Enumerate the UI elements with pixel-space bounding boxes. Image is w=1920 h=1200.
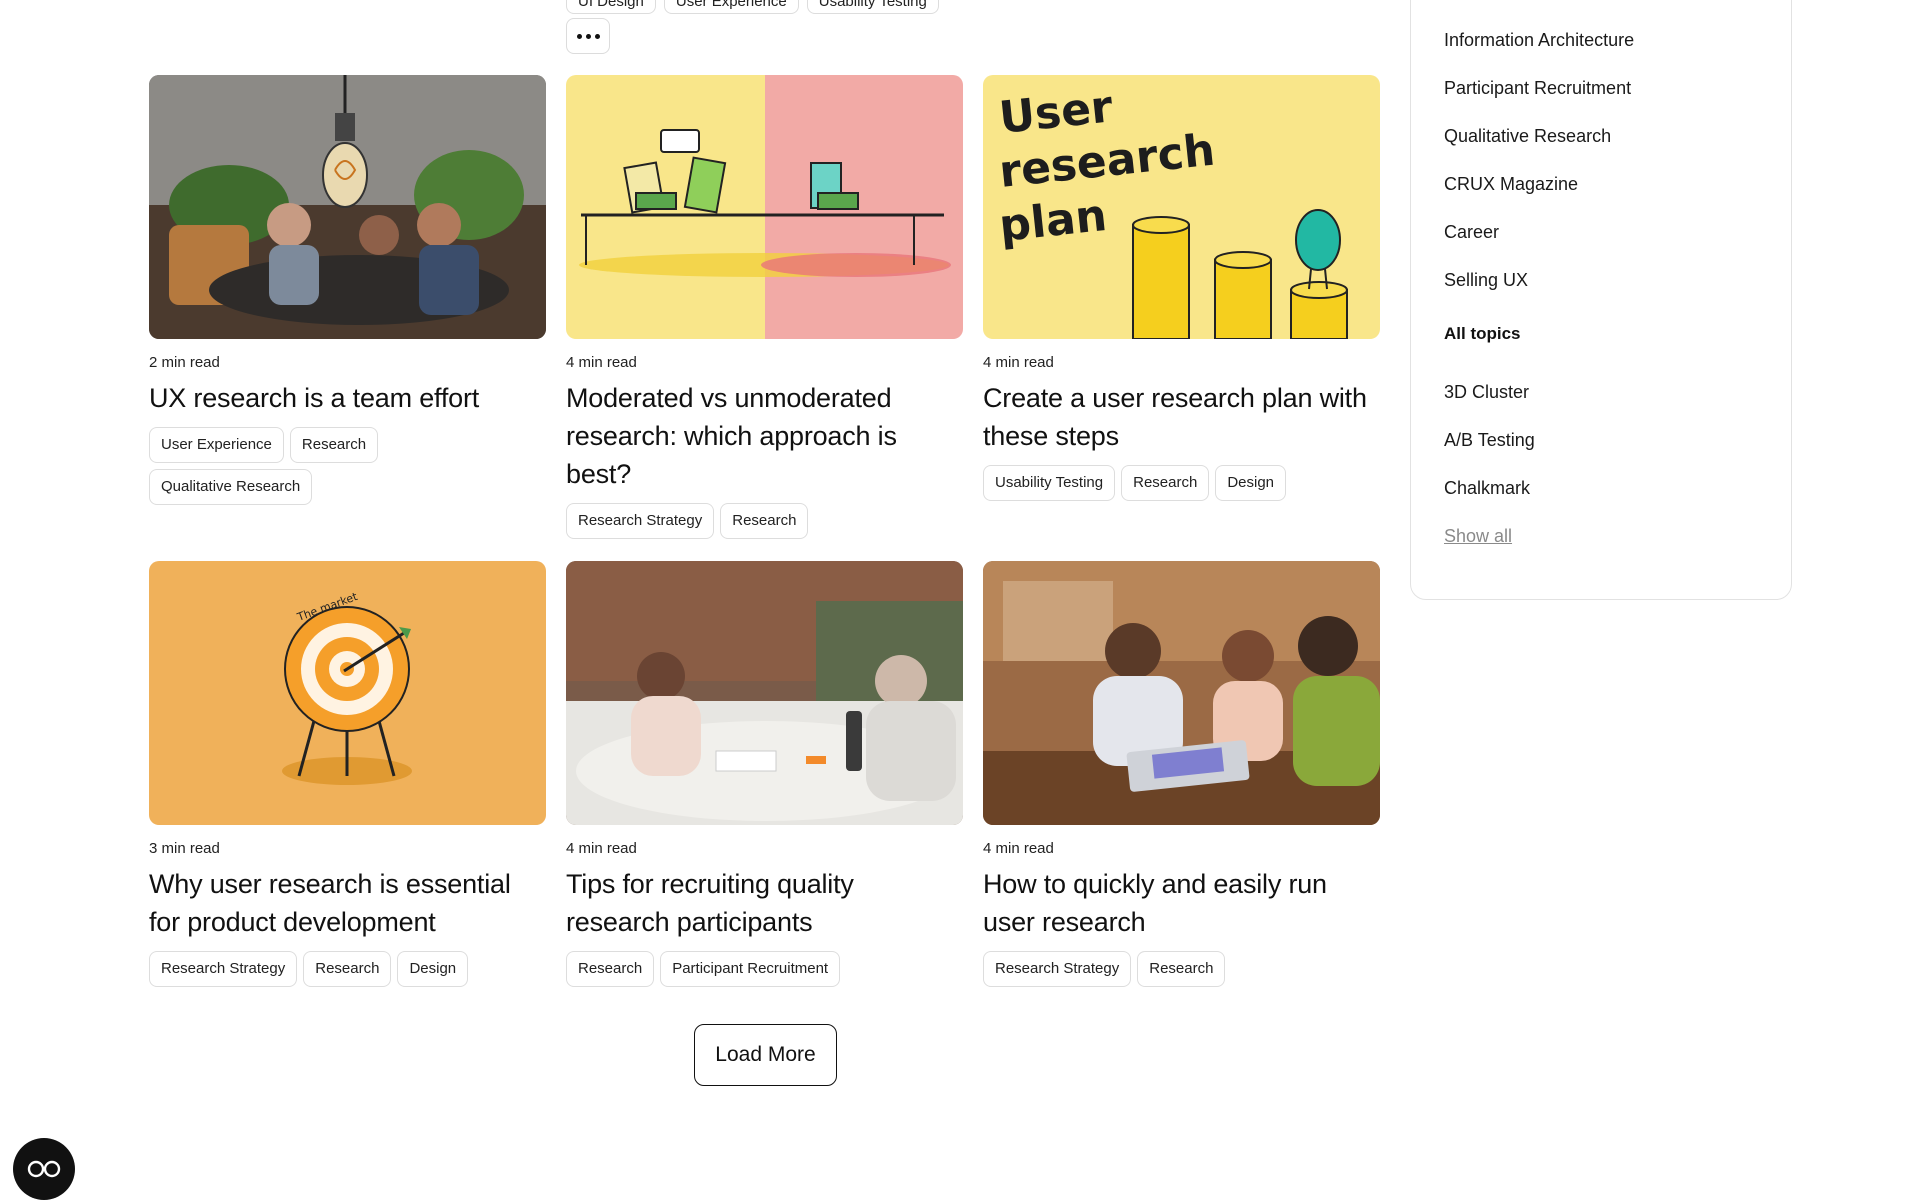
moderated-illustration [566, 75, 963, 339]
article-image[interactable] [149, 75, 546, 339]
topic-link[interactable]: Information Architecture [1444, 28, 1634, 76]
article-image[interactable]: The market [149, 561, 546, 825]
tag[interactable]: UI Design [566, 0, 656, 14]
article-image[interactable] [566, 561, 963, 825]
tag[interactable]: Participant Recruitment [660, 951, 841, 987]
tag[interactable]: Design [1215, 465, 1287, 501]
tag[interactable]: Research [303, 951, 392, 987]
read-time: 4 min read [983, 840, 1054, 857]
read-time: 4 min read [983, 354, 1054, 371]
chat-widget-button[interactable] [13, 1138, 75, 1200]
tag[interactable]: Research [720, 503, 809, 539]
team-meeting-photo [149, 75, 546, 339]
tag[interactable]: User Experience [149, 427, 284, 463]
topic-link[interactable]: Participant Recruitment [1444, 76, 1634, 124]
tag[interactable]: Research [566, 951, 655, 987]
read-time: 4 min read [566, 354, 637, 371]
article-image[interactable] [983, 561, 1380, 825]
article-card[interactable]: 4 min read Moderated vs unmoderated rese… [566, 75, 963, 539]
research-plan-illustration: User research plan [983, 75, 1380, 339]
topic-link[interactable]: Career [1444, 220, 1634, 268]
topic-link[interactable]: Qualitative Research [1444, 124, 1634, 172]
more-tags-button[interactable] [566, 18, 610, 54]
recruiting-photo [566, 561, 963, 825]
read-time: 4 min read [566, 840, 637, 857]
topic-link[interactable]: Chalkmark [1444, 476, 1634, 524]
tag[interactable]: Research [1121, 465, 1210, 501]
tag-list: Usability Testing Research Design [983, 465, 1380, 501]
topic-link[interactable]: 3D Cluster [1444, 380, 1634, 428]
tag-list: Research Strategy Research Design [149, 951, 546, 987]
all-topics-heading: All topics [1444, 324, 1521, 343]
article-card[interactable]: 4 min read How to quickly and easily run… [983, 561, 1380, 987]
article-card[interactable]: 4 min read Tips for recruiting quality r… [566, 561, 963, 987]
article-title[interactable]: UX research is a team effort [149, 379, 546, 417]
article-title[interactable]: Moderated vs unmoderated research: which… [566, 379, 963, 493]
topics-list: Information Architecture Participant Rec… [1444, 28, 1634, 548]
top-tag-row: UI Design User Experience Usability Test… [566, 0, 939, 14]
topic-link[interactable]: Selling UX [1444, 268, 1634, 316]
tag[interactable]: User Experience [663, 0, 799, 14]
article-card[interactable]: The market 3 min read Why user research … [149, 561, 546, 987]
article-image[interactable] [566, 75, 963, 339]
article-grid: 2 min read UX research is a team effort … [149, 75, 1381, 987]
article-image[interactable]: User research plan [983, 75, 1380, 339]
article-card[interactable]: 2 min read UX research is a team effort … [149, 75, 546, 539]
topic-link[interactable]: A/B Testing [1444, 428, 1634, 476]
group-laptop-photo [983, 561, 1380, 825]
article-title[interactable]: Create a user research plan with these s… [983, 379, 1380, 455]
tag[interactable]: Usability Testing [983, 465, 1116, 501]
article-title[interactable]: Tips for recruiting quality research par… [566, 865, 963, 941]
tag[interactable]: Research Strategy [983, 951, 1132, 987]
tag-list: Research Strategy Research [566, 503, 963, 539]
tag[interactable]: Design [397, 951, 469, 987]
read-time: 2 min read [149, 354, 220, 371]
target-illustration: The market [149, 561, 546, 825]
read-time: 3 min read [149, 840, 220, 857]
tag[interactable]: Research Strategy [566, 503, 715, 539]
topic-link[interactable]: CRUX Magazine [1444, 172, 1634, 220]
tag-list: Research Participant Recruitment [566, 951, 963, 987]
article-card[interactable]: User research plan 4 min read Create a u… [983, 75, 1380, 539]
tag-list: User Experience Research Qualitative Res… [149, 427, 546, 505]
tag[interactable]: Qualitative Research [149, 469, 313, 505]
tag-list: Research Strategy Research [983, 951, 1380, 987]
tag[interactable]: Research Strategy [149, 951, 298, 987]
load-more-button[interactable]: Load More [694, 1024, 837, 1086]
tag[interactable]: Research [1137, 951, 1226, 987]
glasses-icon [27, 1160, 61, 1178]
ellipsis-icon [576, 33, 582, 39]
article-title[interactable]: How to quickly and easily run user resea… [983, 865, 1380, 941]
tag[interactable]: Research [289, 427, 379, 463]
article-title[interactable]: Why user research is essential for produ… [149, 865, 546, 941]
tag[interactable]: Usability Testing [806, 0, 939, 14]
show-all-link[interactable]: Show all [1444, 524, 1634, 548]
